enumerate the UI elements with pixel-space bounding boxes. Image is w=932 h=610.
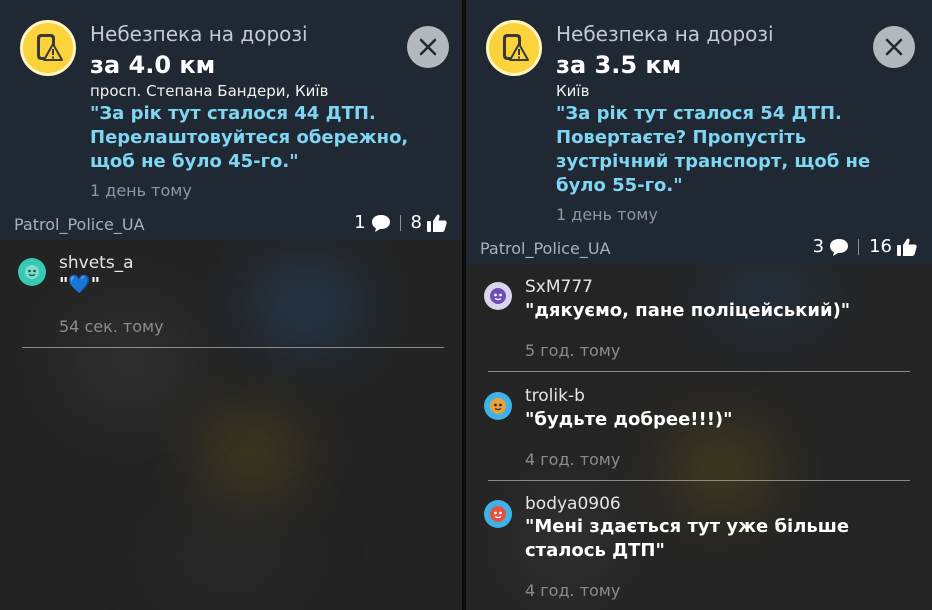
likes-count: 16	[869, 236, 892, 257]
comment-divider	[488, 371, 910, 372]
comment-username[interactable]: shvets_a	[59, 253, 134, 273]
wazer-avatar-icon	[490, 506, 506, 522]
comment-time: 5 год. тому	[525, 341, 621, 360]
hazard-alert-card[interactable]: Небезпека на дорозі за 4.0 км просп. Сте…	[0, 0, 462, 240]
comment-username[interactable]: SxM777	[525, 277, 593, 297]
reporter-name[interactable]: Patrol_Police_UA	[480, 239, 611, 258]
comment-icon[interactable]	[828, 237, 850, 257]
likes-count: 8	[410, 212, 422, 233]
alert-stats: 1 8	[354, 212, 448, 233]
comment-time: 4 год. тому	[525, 450, 621, 469]
comment-item[interactable]: shvets_a "💙" 54 сек. тому	[0, 240, 462, 350]
reporter-name[interactable]: Patrol_Police_UA	[14, 215, 145, 234]
avatar[interactable]	[484, 500, 512, 528]
alert-distance: за 4.0 км	[90, 51, 216, 79]
comment-item[interactable]: SxM777 "дякуємо, пане поліцейський)" 5 г…	[466, 264, 932, 374]
wazer-avatar-icon	[25, 265, 39, 279]
left-notification-panel: Небезпека на дорозі за 4.0 км просп. Сте…	[0, 0, 462, 610]
comment-time: 54 сек. тому	[59, 317, 164, 336]
comment-time: 4 год. тому	[525, 581, 621, 600]
comment-text: "дякуємо, пане поліцейський)"	[525, 300, 851, 321]
alert-type: Небезпека на дорозі	[556, 22, 774, 46]
hazard-alert-card[interactable]: Небезпека на дорозі за 3.5 км Київ "За р…	[466, 0, 932, 264]
comment-text: "Мені здається тут уже більше сталось ДТ…	[525, 516, 850, 561]
alert-distance: за 3.5 км	[556, 51, 682, 79]
comments-count: 1	[354, 212, 366, 233]
close-icon	[419, 38, 437, 56]
alert-message: "За рік тут сталося 54 ДТП. Повертаєте? …	[556, 103, 871, 196]
road-hazard-icon	[20, 20, 76, 76]
wazer-avatar-icon	[490, 398, 506, 414]
comment-username[interactable]: bodya0906	[525, 494, 621, 514]
right-notification-panel: Небезпека на дорозі за 3.5 км Київ "За р…	[466, 0, 932, 610]
thumbs-up-icon[interactable]	[426, 213, 448, 233]
comment-icon[interactable]	[370, 213, 392, 233]
alert-location: Київ	[556, 82, 590, 100]
comment-item[interactable]: trolik-b "будьте добрее!!!)" 4 год. тому	[466, 374, 932, 482]
comments-count: 3	[812, 236, 825, 257]
comment-item[interactable]: bodya0906 "Мені здається тут уже більше …	[466, 482, 932, 610]
alert-type: Небезпека на дорозі	[90, 22, 308, 46]
alert-location: просп. Степана Бандери, Київ	[90, 82, 329, 100]
comment-text: "💙"	[59, 274, 101, 295]
alert-message: "За рік тут сталося 44 ДТП. Перелаштовуй…	[90, 103, 409, 172]
comment-text: "будьте добрее!!!)"	[525, 409, 733, 430]
comment-username[interactable]: trolik-b	[525, 386, 585, 406]
close-button[interactable]	[873, 26, 915, 68]
avatar[interactable]	[484, 392, 512, 420]
stats-separator	[399, 214, 401, 231]
alert-time: 1 день тому	[556, 205, 658, 224]
alert-stats: 3 16	[813, 236, 918, 257]
close-icon	[885, 38, 903, 56]
comment-divider	[488, 480, 910, 481]
avatar[interactable]	[18, 258, 46, 286]
wazer-avatar-icon	[490, 288, 506, 304]
thumbs-up-icon[interactable]	[896, 237, 918, 257]
road-hazard-icon	[486, 20, 542, 76]
comment-divider	[22, 347, 444, 348]
alert-time: 1 день тому	[90, 181, 192, 200]
stats-separator	[858, 238, 860, 255]
close-button[interactable]	[407, 26, 449, 68]
avatar[interactable]	[484, 282, 512, 310]
